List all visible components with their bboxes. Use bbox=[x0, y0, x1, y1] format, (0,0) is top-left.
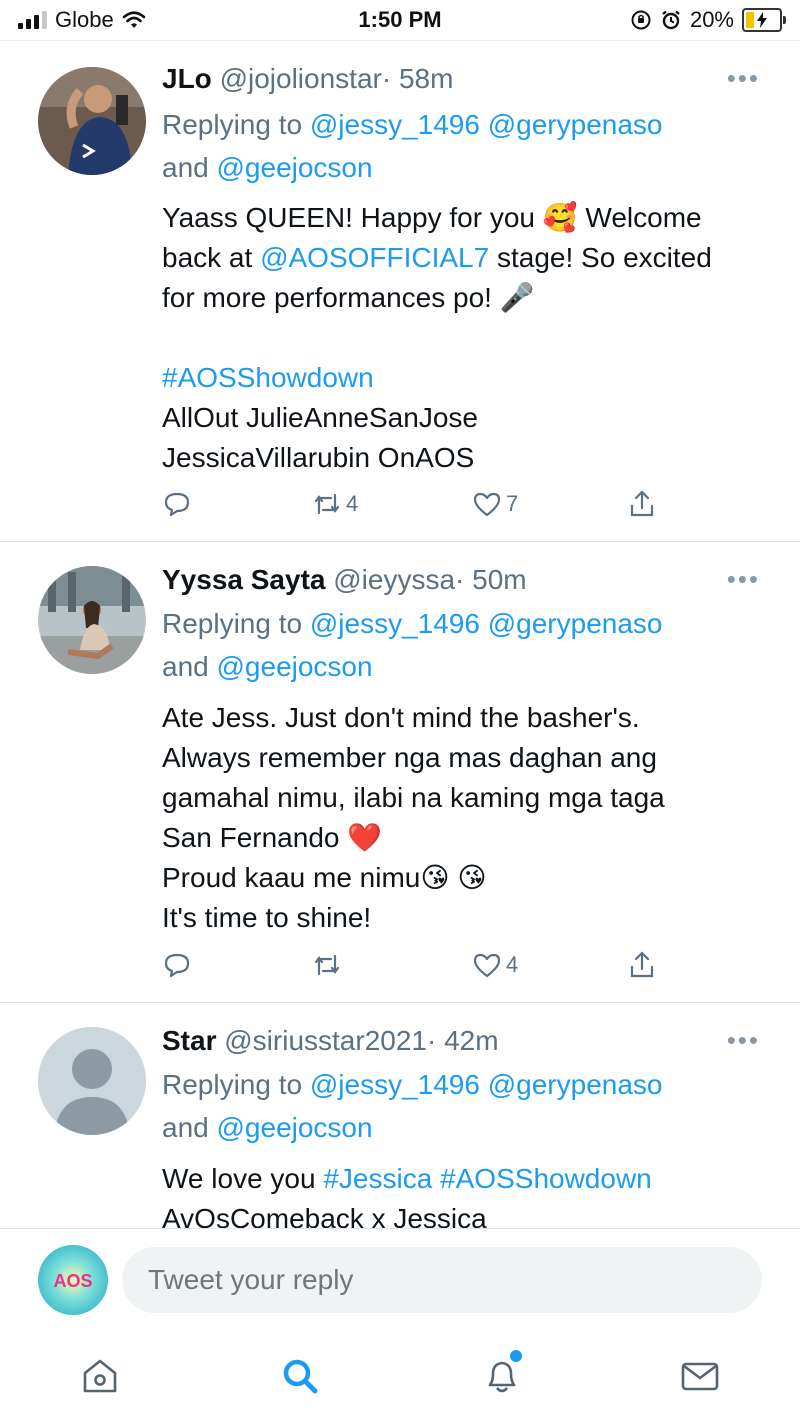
smiling-hearts-emoji: 🥰 bbox=[542, 202, 578, 233]
rotation-lock-icon bbox=[631, 10, 651, 30]
reply-bar: AOS bbox=[0, 1228, 800, 1329]
share-icon bbox=[630, 951, 654, 978]
tweet-time: · 58m bbox=[381, 63, 454, 94]
kiss-emoji: 😘 😘 bbox=[420, 862, 487, 893]
status-bar: Globe 1:50 PM 20% bbox=[0, 0, 800, 40]
battery-percent: 20% bbox=[689, 7, 734, 32]
hashtag-link[interactable]: #AOSShowdown bbox=[162, 362, 374, 393]
more-options-icon[interactable]: ••• bbox=[727, 1025, 760, 1056]
author-handle[interactable]: @jojolionstar bbox=[220, 63, 382, 94]
replying-to: Replying to @jessy_1496 @gerypenaso and … bbox=[162, 608, 663, 682]
author-name[interactable]: JLo bbox=[162, 63, 212, 94]
tweet-text: Yaass QUEEN! Happy for you 🥰 Welcome bac… bbox=[162, 202, 712, 473]
hashtag-link[interactable]: #Jessica bbox=[323, 1163, 432, 1194]
hashtag-link[interactable]: #AOSShowdown bbox=[440, 1163, 652, 1194]
retweet-button[interactable] bbox=[312, 950, 346, 980]
mention-link[interactable]: @geejocson bbox=[217, 651, 373, 682]
reply-icon bbox=[164, 953, 190, 978]
author-handle[interactable]: @siriusstar2021 bbox=[224, 1025, 427, 1056]
reply-input[interactable] bbox=[122, 1247, 762, 1313]
notification-dot bbox=[510, 1350, 522, 1362]
tab-bar bbox=[0, 1328, 800, 1423]
retweet-icon bbox=[314, 493, 340, 515]
mention-link[interactable]: @gerypenaso bbox=[488, 109, 663, 140]
mention-link[interactable]: @jessy_1496 bbox=[310, 608, 480, 639]
share-icon bbox=[630, 490, 654, 517]
mention-link[interactable]: @geejocson bbox=[217, 1112, 373, 1143]
retweet-button[interactable]: 4 bbox=[312, 489, 358, 519]
tab-home[interactable] bbox=[76, 1352, 124, 1400]
author-handle[interactable]: @ieyyssa bbox=[333, 564, 455, 595]
tweet-actions: 4 7 bbox=[162, 489, 662, 529]
reply-button[interactable] bbox=[162, 950, 192, 980]
reply-icon bbox=[164, 492, 190, 517]
like-button[interactable]: 7 bbox=[472, 489, 518, 519]
aos-logo-text: AOS bbox=[53, 1271, 92, 1291]
mention-link[interactable]: @gerypenaso bbox=[488, 608, 663, 639]
tab-messages[interactable] bbox=[676, 1352, 724, 1400]
retweet-count: 4 bbox=[346, 491, 359, 516]
replying-to: Replying to @jessy_1496 @gerypenaso and … bbox=[162, 1069, 663, 1143]
tweet-yyssa[interactable]: Yyssa Sayta @ieyyssa· 50m ••• Replying t… bbox=[0, 542, 800, 1003]
heart-icon bbox=[473, 492, 501, 517]
tweet-jlo[interactable]: JLo @jojolionstar· 58m ••• Replying to @… bbox=[0, 41, 800, 542]
retweet-icon bbox=[314, 954, 340, 976]
tweet-actions: 4 bbox=[162, 950, 662, 990]
mention-link[interactable]: @jessy_1496 bbox=[310, 109, 480, 140]
author-name[interactable]: Star bbox=[162, 1025, 216, 1056]
replying-to: Replying to @jessy_1496 @gerypenaso and … bbox=[162, 109, 663, 183]
tweet-text: Ate Jess. Just don't mind the basher's. … bbox=[162, 702, 665, 933]
avatar[interactable] bbox=[38, 566, 146, 674]
home-icon bbox=[83, 1359, 117, 1393]
mention-link[interactable]: @jessy_1496 bbox=[310, 1069, 480, 1100]
messages-icon bbox=[681, 1362, 719, 1391]
share-button[interactable] bbox=[627, 950, 657, 980]
tab-notifications[interactable] bbox=[478, 1350, 526, 1400]
mention-link[interactable]: @AOSOFFICIAL7 bbox=[260, 242, 489, 273]
microphone-emoji: 🎤 bbox=[499, 282, 535, 313]
red-heart-emoji: ❤️ bbox=[347, 822, 383, 853]
my-avatar[interactable]: AOS bbox=[38, 1245, 108, 1315]
more-options-icon[interactable]: ••• bbox=[727, 564, 760, 595]
search-icon bbox=[283, 1359, 318, 1394]
mention-link[interactable]: @geejocson bbox=[217, 152, 373, 183]
tweet-time: · 42m bbox=[426, 1025, 499, 1056]
battery-icon bbox=[742, 8, 786, 32]
author-name[interactable]: Yyssa Sayta bbox=[162, 564, 325, 595]
heart-icon bbox=[473, 953, 501, 978]
tab-search[interactable] bbox=[276, 1352, 324, 1400]
alarm-icon bbox=[662, 10, 680, 30]
tweet-text: We love you #Jessica #AOSShowdown AvOsCo… bbox=[162, 1163, 652, 1228]
like-count: 7 bbox=[506, 491, 519, 516]
mention-link[interactable]: @gerypenaso bbox=[488, 1069, 663, 1100]
like-button[interactable]: 4 bbox=[472, 950, 518, 980]
like-count: 4 bbox=[506, 952, 519, 977]
avatar[interactable] bbox=[38, 67, 146, 175]
tweet-time: · 50m bbox=[455, 564, 527, 595]
share-button[interactable] bbox=[627, 489, 657, 519]
more-options-icon[interactable]: ••• bbox=[727, 63, 760, 94]
avatar[interactable] bbox=[38, 1027, 146, 1135]
reply-button[interactable] bbox=[162, 489, 192, 519]
tweet-star[interactable]: Star @siriusstar2021· 42m ••• Replying t… bbox=[0, 1003, 800, 1228]
